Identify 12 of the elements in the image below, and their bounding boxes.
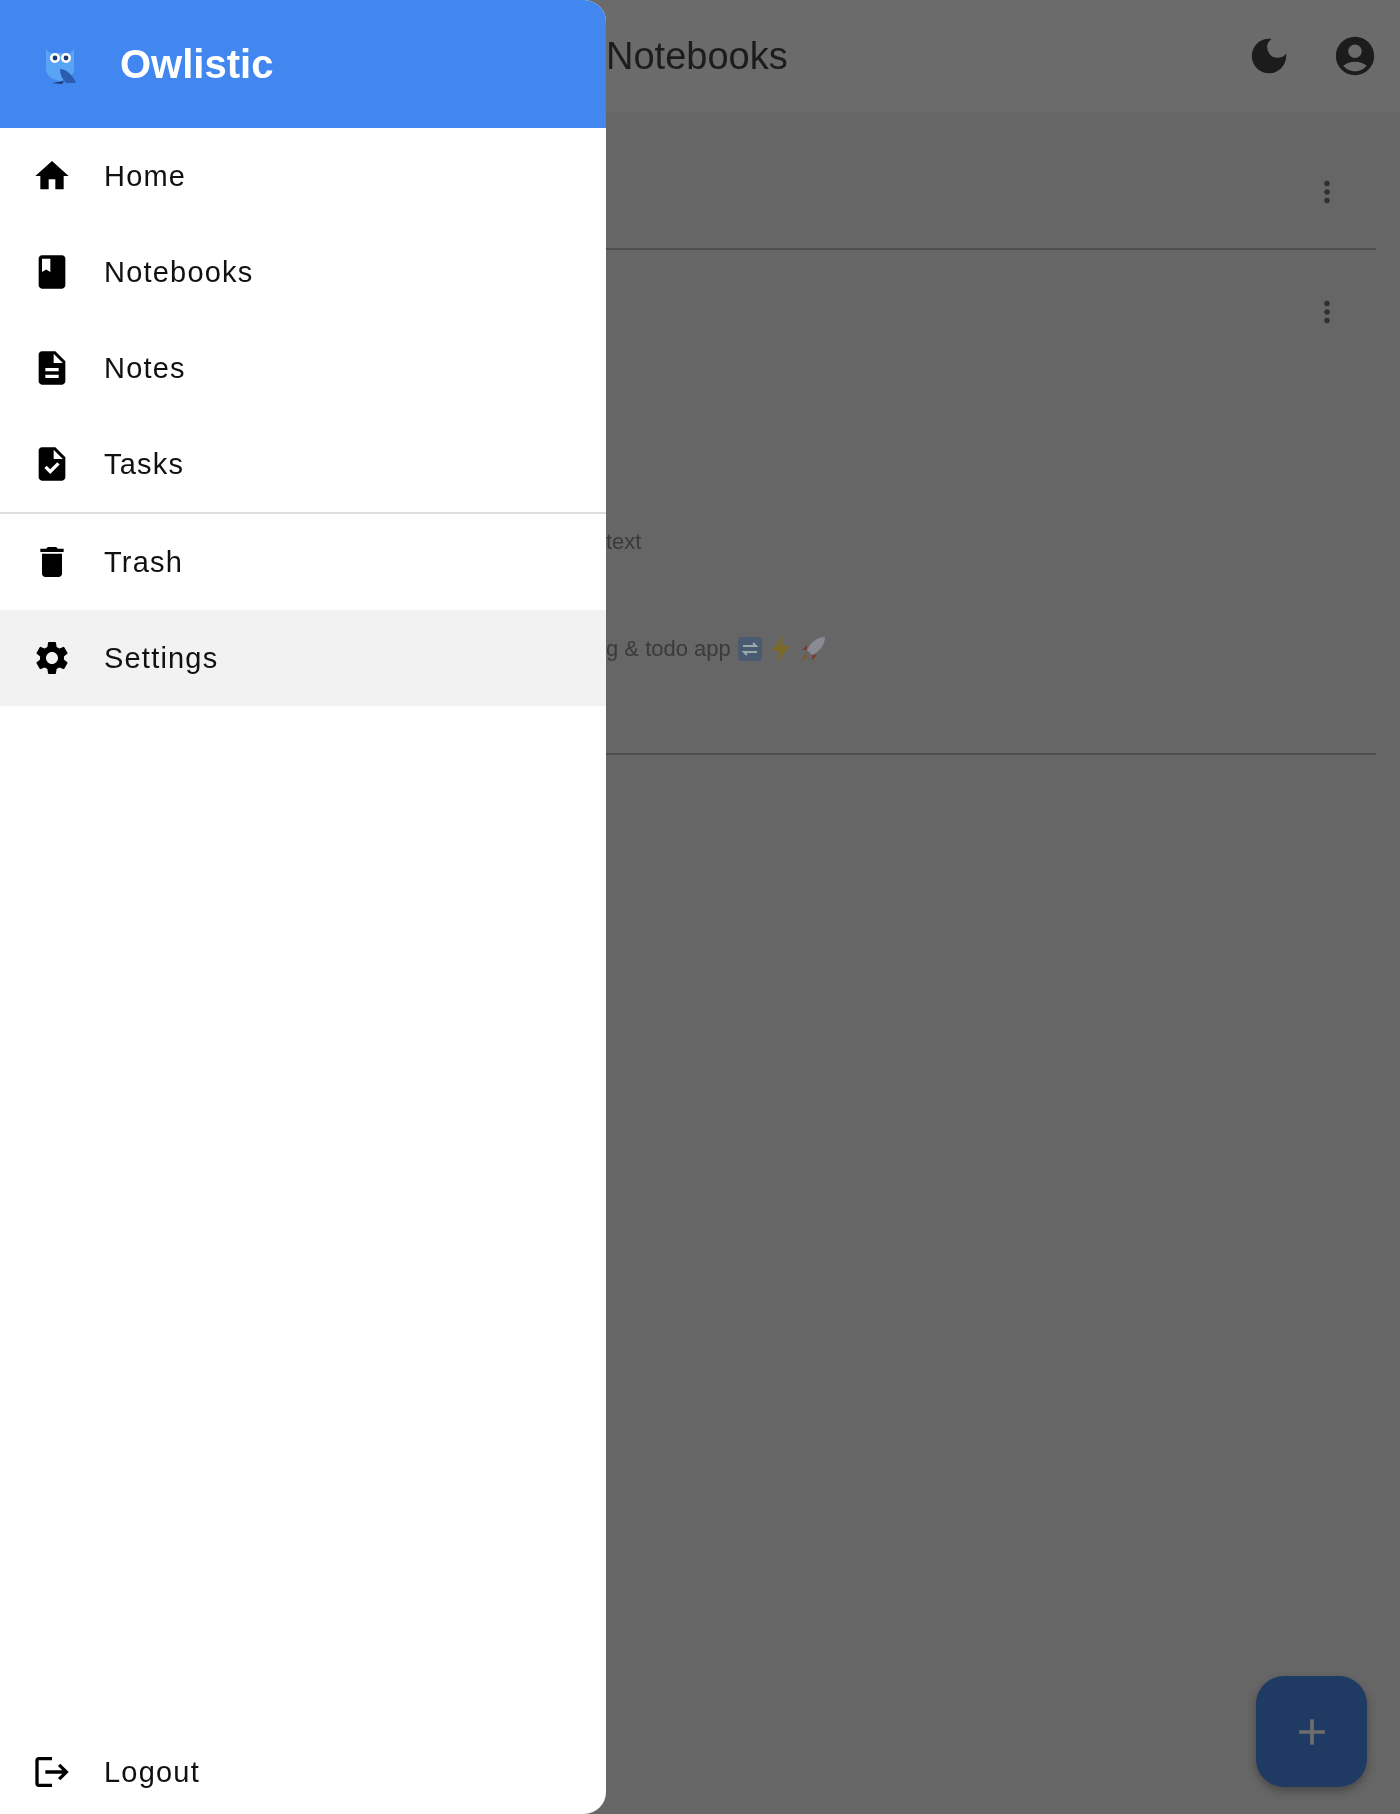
nav-item[interactable]: Tasks (0, 416, 606, 512)
page-title: Notebooks (606, 34, 789, 78)
nav-item[interactable]: Home (0, 128, 606, 224)
nav-item[interactable]: Notes (0, 320, 606, 416)
app-name: Owlistic (120, 41, 274, 87)
logout-item[interactable]: Logout (0, 1730, 606, 1814)
add-button[interactable] (1256, 1676, 1367, 1787)
rocket-icon (798, 635, 827, 663)
nav-item[interactable]: Settings (0, 610, 606, 706)
nav-item[interactable]: Notebooks (0, 224, 606, 320)
nav-item[interactable]: Trash (0, 514, 606, 610)
refresh-icon (736, 636, 763, 662)
